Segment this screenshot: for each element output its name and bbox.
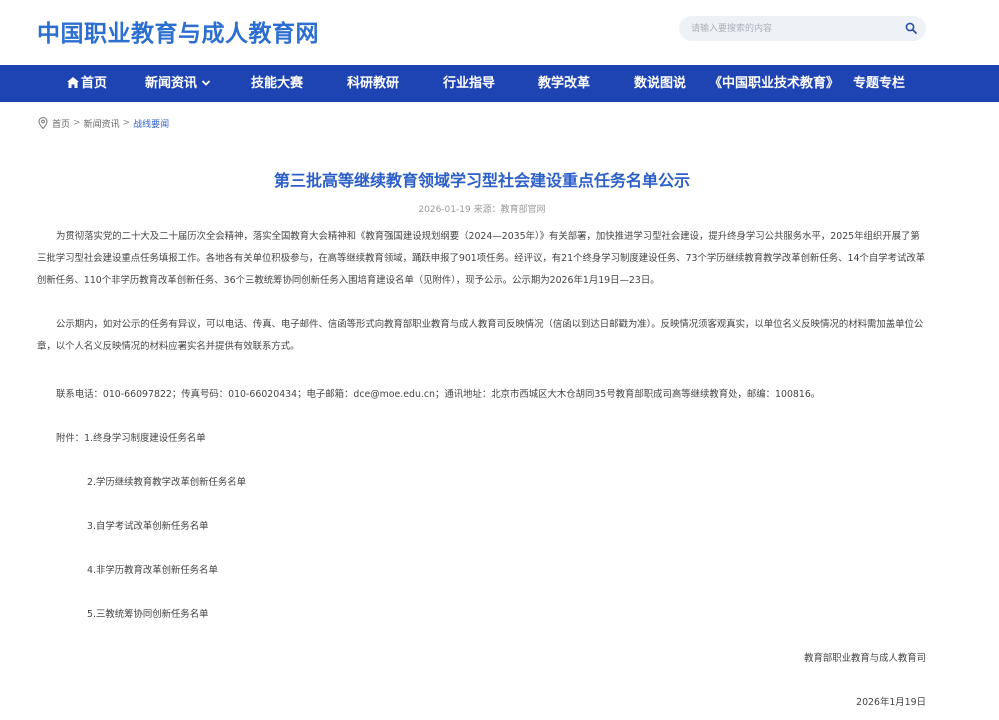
nav-item-data-graphics[interactable]: 数说图说 xyxy=(634,65,686,102)
article-signature: 教育部职业教育与成人教育司 xyxy=(804,653,926,664)
nav-item-industry-guidance[interactable]: 行业指导 xyxy=(443,65,495,102)
nav-item-label: 首页 xyxy=(81,76,108,91)
chevron-down-icon xyxy=(201,80,211,86)
nav-item-home[interactable]: 首页 xyxy=(67,65,107,102)
nav-item-research[interactable]: 科研教研 xyxy=(347,65,399,102)
search-box xyxy=(679,16,926,41)
main-nav: 首页 新闻资讯 技能大赛 科研教研 行业指导 教学改革 数说图说 《中国职业技术… xyxy=(0,65,999,102)
article-paragraph-2: 公示期内，如对公示的任务有异议，可以电话、传真、电子邮件、信函等形式向教育部职业… xyxy=(37,319,924,352)
nav-item-label: 新闻资讯 xyxy=(145,76,198,91)
search-input[interactable] xyxy=(679,16,899,41)
article-meta: 2026-01-19 来源：教育部官网 xyxy=(418,205,546,215)
nav-item-teaching-reform[interactable]: 教学改革 xyxy=(538,65,590,102)
nav-item-news[interactable]: 新闻资讯 xyxy=(145,65,211,102)
site-logo[interactable]: 中国职业教育与成人教育网 xyxy=(37,14,319,48)
breadcrumb-home[interactable]: 首页 xyxy=(52,117,70,130)
attachment-item-1[interactable]: 附件：1.终身学习制度建设任务名单 xyxy=(56,430,206,444)
attachment-item-2[interactable]: 2.学历继续教育教学改革创新任务名单 xyxy=(87,474,246,488)
search-icon[interactable] xyxy=(905,22,917,34)
article-title: 第三批高等继续教育领域学习型社会建设重点任务名单公示 xyxy=(273,171,690,190)
article-date: 2026年1月19日 xyxy=(856,697,926,708)
breadcrumb-news[interactable]: 新闻资讯 xyxy=(84,117,120,130)
location-pin-icon xyxy=(38,117,48,129)
nav-item-special-topics[interactable]: 专题专栏 xyxy=(853,65,905,102)
article-contact: 联系电话：010-66097822；传真号码：010-66020434；电子邮箱… xyxy=(56,389,821,400)
home-icon xyxy=(67,77,79,88)
site-header: 中国职业教育与成人教育网 xyxy=(0,0,999,65)
attachment-item-3[interactable]: 3.自学考试改革创新任务名单 xyxy=(87,518,208,532)
article-paragraph-1: 为贯彻落实党的二十大及二十届历次全会精神，落实全国教育大会精神和《教育强国建设规… xyxy=(37,231,926,286)
breadcrumb: 首页 > 新闻资讯 > 战线要闻 xyxy=(38,116,169,130)
attachment-item-5[interactable]: 5.三教统筹协同创新任务名单 xyxy=(87,606,208,620)
nav-item-skills-contest[interactable]: 技能大赛 xyxy=(251,65,303,102)
breadcrumb-separator: > xyxy=(73,118,81,128)
breadcrumb-current[interactable]: 战线要闻 xyxy=(133,117,169,130)
breadcrumb-separator: > xyxy=(122,118,131,128)
attachment-item-4[interactable]: 4.非学历教育改革创新任务名单 xyxy=(87,562,218,576)
nav-item-journal[interactable]: 《中国职业技术教育》 xyxy=(709,65,839,102)
